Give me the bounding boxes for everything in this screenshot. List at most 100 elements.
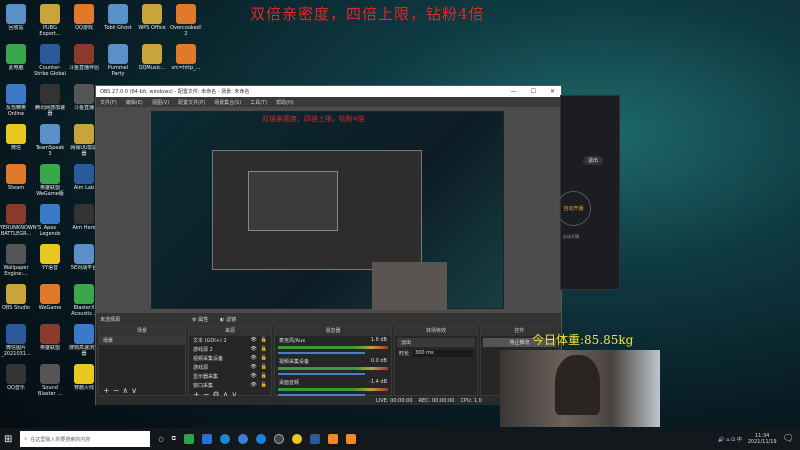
app-icon: [74, 84, 94, 104]
lock-icon[interactable]: 🔓: [261, 337, 267, 344]
menu-item[interactable]: 配置文件(P): [178, 99, 205, 106]
desktop-icon[interactable]: WPS Office: [136, 4, 168, 42]
scenes-dock: 场景 场景 +−∧∨: [98, 326, 186, 396]
desktop-icon[interactable]: Wallpaper Engine:...: [0, 244, 32, 282]
lock-icon[interactable]: 🔓: [261, 346, 267, 353]
desktop-icon[interactable]: OBS Studio: [0, 284, 32, 322]
minimize-button[interactable]: —: [511, 88, 517, 95]
desktop-icon[interactable]: Tobii Ghost: [102, 4, 134, 42]
scene-tools[interactable]: +−∧∨: [99, 386, 185, 395]
clock[interactable]: 11:34 2021/11/19: [748, 433, 777, 445]
steam-taskbar-icon[interactable]: [309, 434, 320, 444]
visibility-eye-icon[interactable]: 👁: [250, 337, 256, 344]
desktop-icon[interactable]: QQ音乐: [0, 364, 32, 402]
desktop-icon[interactable]: Steam: [0, 164, 32, 202]
lock-icon[interactable]: 🔓: [261, 364, 267, 371]
source-item[interactable]: 文本 (GDI+) 2 👁 🔓: [189, 336, 271, 345]
scene-item[interactable]: 场景: [99, 336, 185, 345]
lock-icon[interactable]: 🔓: [261, 373, 267, 380]
maximize-button[interactable]: ☐: [531, 88, 536, 95]
desktop-icon[interactable]: 英雄联盟: [34, 324, 66, 362]
visibility-eye-icon[interactable]: 👁: [250, 355, 256, 362]
notification-icon[interactable]: 🗨: [783, 434, 794, 444]
start-button[interactable]: ⊞: [4, 434, 12, 445]
desktop-icon[interactable]: TeamSpeak 3: [34, 124, 66, 162]
menu-item[interactable]: 文件(F): [100, 99, 117, 106]
visibility-eye-icon[interactable]: 👁: [250, 346, 256, 353]
desktop-icon[interactable]: YY语音: [34, 244, 66, 282]
desktop-icon[interactable]: Counter-Strike Global Off...: [34, 44, 66, 82]
desktop-icon[interactable]: PLAYERUNKNOWN'S BATTLEGR...: [0, 204, 41, 242]
wechat-taskbar-icon[interactable]: [183, 434, 194, 444]
desktop-icon[interactable]: QQMusic...: [136, 44, 168, 82]
desktop-icon[interactable]: src=http_...: [170, 44, 202, 82]
desktop-icon[interactable]: 微信: [0, 124, 32, 162]
desktop-icon[interactable]: Apex Legends: [34, 204, 66, 242]
transition-select[interactable]: 淡出: [397, 338, 475, 347]
app-icon: [74, 204, 94, 224]
desktop-icon-label: 穿越火线: [73, 385, 94, 391]
desktop-icon[interactable]: 微信图片_2021031...: [0, 324, 32, 362]
yy-taskbar-icon[interactable]: [291, 434, 302, 444]
taskbar-search[interactable]: ⌕ 在这里输入你要搜索的内容: [20, 431, 151, 447]
task-view-icon[interactable]: ⧉: [172, 435, 176, 443]
desktop-icon[interactable]: Pummel Party: [102, 44, 134, 82]
desktop-icon[interactable]: 回收站: [0, 4, 32, 42]
source-item[interactable]: 窗口采集 👁 🔓: [189, 381, 271, 390]
edge-taskbar-icon[interactable]: [219, 434, 230, 444]
obs-taskbar-icon[interactable]: [273, 434, 284, 444]
lock-icon[interactable]: 🔓: [261, 382, 267, 389]
desktop-icon[interactable]: 反恐精英Online: [0, 84, 32, 122]
desktop-icon[interactable]: 斗鱼直播伴侣: [68, 44, 100, 82]
rec-time: REC: 00:00:00: [418, 397, 455, 404]
browser-taskbar-icon[interactable]: [237, 434, 248, 444]
cortana-icon[interactable]: ○: [158, 436, 163, 443]
app-icon: [6, 324, 26, 344]
desktop-icon-label: TeamSpeak 3: [35, 145, 65, 157]
menu-item[interactable]: 帮助(H): [276, 99, 294, 106]
desktop-icon[interactable]: 此电脑: [0, 44, 32, 82]
exit-button[interactable]: 退出: [583, 156, 604, 165]
visibility-eye-icon[interactable]: 👁: [250, 382, 256, 389]
properties-button[interactable]: ⚙ 属性: [192, 316, 208, 323]
menu-item[interactable]: 编辑(E): [126, 99, 143, 106]
app-icon: [40, 164, 60, 184]
volume-slider[interactable]: [278, 373, 365, 375]
filters-button[interactable]: ◐ 滤镜: [220, 316, 236, 323]
source-item[interactable]: 游戏源 2 👁 🔓: [189, 345, 271, 354]
auto-start-button[interactable]: 自动开播: [556, 191, 591, 226]
douyu2-taskbar-icon[interactable]: [345, 434, 356, 444]
desktop-icon-label: 英雄联盟: [39, 345, 60, 351]
lock-icon[interactable]: 🔓: [261, 355, 267, 362]
app-taskbar-icon[interactable]: [201, 434, 212, 444]
duration-input[interactable]: 300 ms: [413, 350, 473, 357]
mixer-channel: 麦克风/Aux 1.6 dB: [275, 336, 391, 354]
volume-meter: [278, 367, 388, 370]
auto-start-label: 自动开播: [563, 206, 584, 212]
preview-area[interactable]: 双倍亲密度，四倍上限，钻粉4倍: [96, 107, 561, 313]
desktop-icon[interactable]: Overcooked! 2: [170, 4, 202, 42]
desktop-icon[interactable]: PUBG Export...: [34, 4, 66, 42]
menu-item[interactable]: 场景集合(S): [214, 99, 241, 106]
app2-taskbar-icon[interactable]: [255, 434, 266, 444]
desktop-icon[interactable]: Sound Blaster ...: [34, 364, 66, 402]
desktop-icon[interactable]: 腾讯网游加速器: [34, 84, 66, 122]
volume-slider[interactable]: [278, 352, 365, 354]
app-icon: [6, 84, 26, 104]
douyu-taskbar-icon[interactable]: [327, 434, 338, 444]
app-icon: [74, 44, 94, 64]
tray-icons[interactable]: 🔊 ⌂ ⊡ 中: [718, 436, 741, 443]
close-button[interactable]: ✕: [550, 88, 555, 95]
app-icon: [6, 164, 26, 184]
desktop-icon[interactable]: QQ游戏: [68, 4, 100, 42]
menu-item[interactable]: 视图(V): [152, 99, 169, 106]
visibility-eye-icon[interactable]: 👁: [250, 373, 256, 380]
desktop-icon[interactable]: 英雄联盟WeGame版: [34, 164, 66, 202]
source-item[interactable]: 视频采集设备 👁 🔓: [189, 354, 271, 363]
desktop-icon[interactable]: WeGame: [34, 284, 66, 322]
source-label: 视频采集设备: [193, 356, 224, 362]
visibility-eye-icon[interactable]: 👁: [250, 364, 256, 371]
menu-item[interactable]: 工具(T): [250, 99, 267, 106]
source-item[interactable]: 显示器采集 👁 🔓: [189, 372, 271, 381]
source-item[interactable]: 游戏源 👁 🔓: [189, 363, 271, 372]
